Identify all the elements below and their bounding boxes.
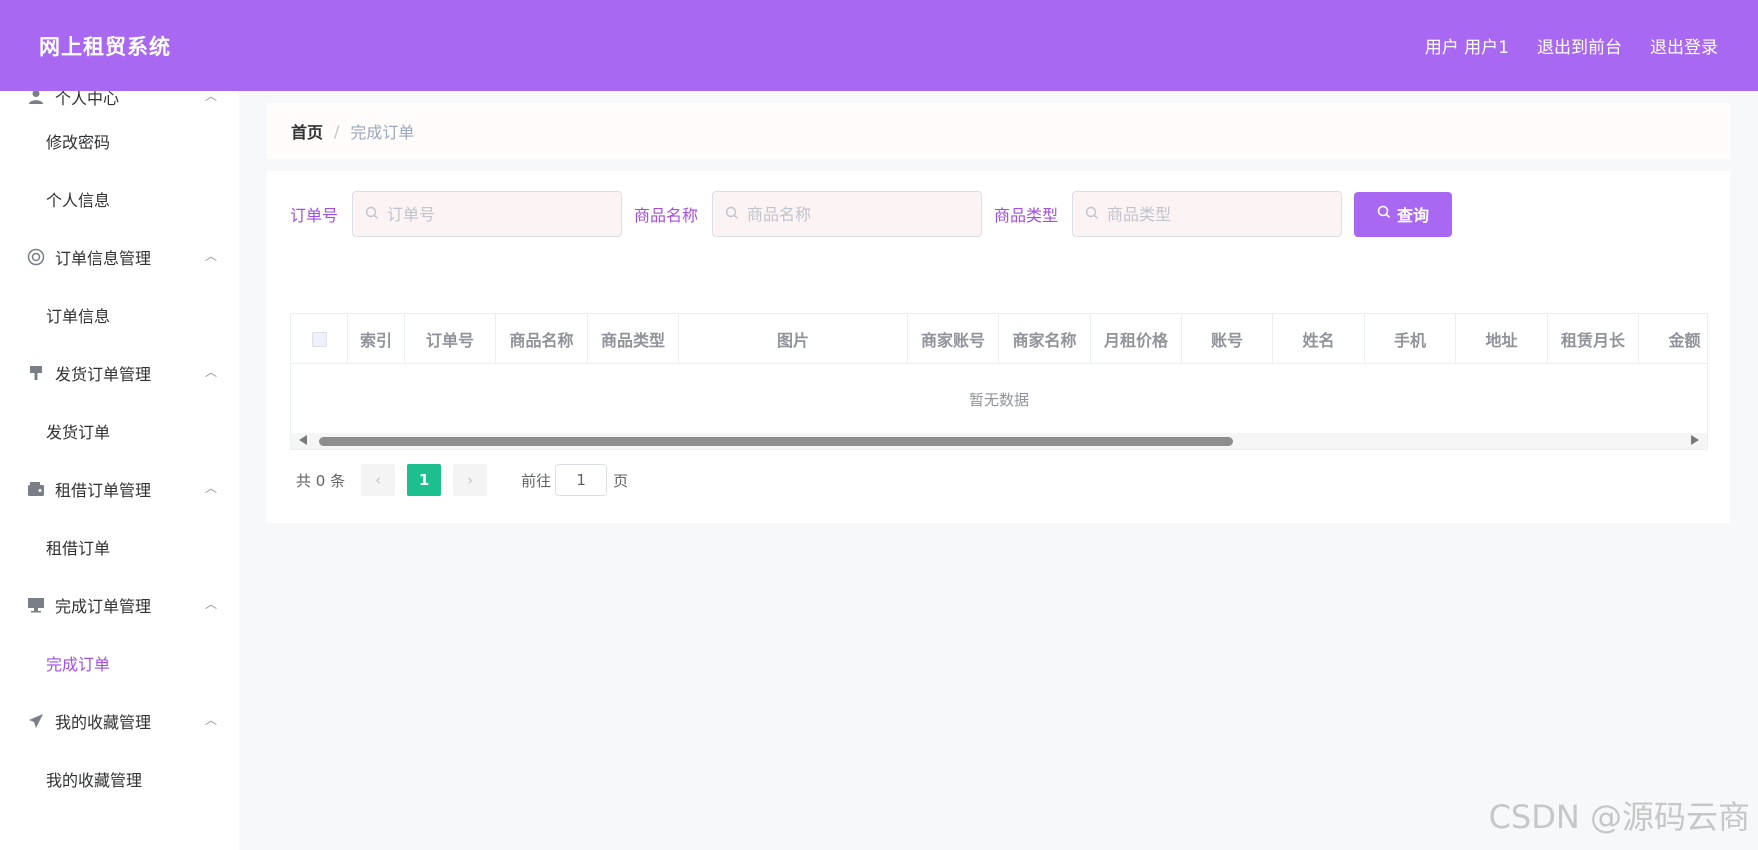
product-name-field[interactable] xyxy=(712,191,983,237)
column-header: 手机 xyxy=(1365,314,1456,364)
sidebar-item-personal-info[interactable]: 个人信息 xyxy=(0,170,239,228)
sidebar-group-shipping[interactable]: 发货订单管理 ︿ xyxy=(0,344,239,402)
sidebar-item-change-password[interactable]: 修改密码 xyxy=(0,112,239,170)
breadcrumb-separator: / xyxy=(334,121,340,141)
lifebuoy-icon xyxy=(27,248,45,266)
chevron-right-icon: › xyxy=(467,471,474,489)
column-header: 图片 xyxy=(679,314,908,364)
pagination-total: 共 0 条 xyxy=(296,471,346,490)
goto-page-input[interactable] xyxy=(555,464,608,496)
sidebar-group-title: 个人中心 xyxy=(55,91,120,108)
goto-label: 前往 xyxy=(521,471,552,490)
empty-state: 暂无数据 xyxy=(968,390,1029,409)
sidebar-group-personal[interactable]: 个人中心 ︿ xyxy=(0,91,239,108)
product-type-input[interactable] xyxy=(1107,204,1328,224)
sidebar-group-title: 完成订单管理 xyxy=(55,597,152,616)
select-all-cell xyxy=(291,314,348,364)
sidebar: 个人中心 ︿ 修改密码 个人信息 订单信息管理 ︿ 订单信息 发货订单管理 ︿ … xyxy=(0,91,239,850)
column-header: 商家名称 xyxy=(999,314,1091,364)
orders-table: 索引 订单号 商品名称 商品类型 图片 商家账号 商家名称 月租价格 账号 姓名… xyxy=(290,313,1708,450)
product-name-label: 商品名称 xyxy=(634,206,699,225)
sidebar-item-rental-orders[interactable]: 租借订单 xyxy=(0,518,239,576)
sidebar-group-favorites[interactable]: 我的收藏管理 ︿ xyxy=(0,692,239,750)
column-header: 订单号 xyxy=(405,314,496,364)
breadcrumb-current: 完成订单 xyxy=(350,123,415,142)
table-header: 索引 订单号 商品名称 商品类型 图片 商家账号 商家名称 月租价格 账号 姓名… xyxy=(291,314,1707,364)
send-icon xyxy=(27,712,45,730)
sidebar-group-rental[interactable]: 租借订单管理 ︿ xyxy=(0,460,239,518)
watermark: CSDN @源码云商 xyxy=(1488,798,1750,836)
column-header: 账号 xyxy=(1182,314,1273,364)
scroll-left-icon[interactable] xyxy=(299,435,307,445)
sidebar-item-shipping-orders[interactable]: 发货订单 xyxy=(0,402,239,460)
sidebar-item-favorites[interactable]: 我的收藏管理 xyxy=(0,750,239,808)
monitor-icon xyxy=(27,596,45,614)
column-header: 金额 xyxy=(1668,331,1701,350)
scrollbar-thumb[interactable] xyxy=(319,437,1233,446)
column-header: 商家账号 xyxy=(908,314,999,364)
sidebar-group-completed[interactable]: 完成订单管理 ︿ xyxy=(0,576,239,634)
main-content: 首页 / 完成订单 订单号 商品名称 商品类型 xyxy=(267,103,1730,523)
logout-link[interactable]: 退出登录 xyxy=(1650,33,1718,58)
breadcrumb-home[interactable]: 首页 xyxy=(291,119,323,143)
top-header: 网上租贸系统 用户 用户1 退出到前台 退出登录 xyxy=(0,0,1758,91)
product-type-field[interactable] xyxy=(1072,191,1343,237)
exit-to-front-link[interactable]: 退出到前台 xyxy=(1537,33,1622,58)
sidebar-group-title: 我的收藏管理 xyxy=(55,713,152,732)
column-header: 租赁月长 xyxy=(1548,314,1639,364)
brush-icon xyxy=(27,364,45,382)
sidebar-group-title: 租借订单管理 xyxy=(55,481,152,500)
chevron-up-icon: ︿ xyxy=(204,712,217,727)
column-header: 地址 xyxy=(1456,314,1548,364)
sidebar-item-completed-orders[interactable]: 完成订单 xyxy=(0,634,239,692)
query-button-label: 查询 xyxy=(1397,208,1430,225)
content-card: 订单号 商品名称 商品类型 xyxy=(267,171,1730,523)
wallet-icon xyxy=(27,480,45,498)
column-header: 月租价格 xyxy=(1091,314,1182,364)
header-links: 用户 用户1 退出到前台 退出登录 xyxy=(1425,33,1718,58)
sidebar-item-order-info[interactable]: 订单信息 xyxy=(0,286,239,344)
column-header: 商品名称 xyxy=(496,314,588,364)
select-all-checkbox[interactable] xyxy=(311,331,327,347)
prev-page-button[interactable]: ‹ xyxy=(361,464,396,496)
chevron-up-icon: ︿ xyxy=(204,364,217,379)
sidebar-group-order-info[interactable]: 订单信息管理 ︿ xyxy=(0,228,239,286)
sidebar-group-title: 订单信息管理 xyxy=(55,249,152,268)
chevron-up-icon: ︿ xyxy=(204,596,217,611)
chevron-up-icon: ︿ xyxy=(204,91,217,103)
scroll-right-icon[interactable] xyxy=(1691,435,1699,445)
chevron-left-icon: ‹ xyxy=(375,471,382,489)
search-form: 订单号 商品名称 商品类型 xyxy=(290,191,1707,237)
column-header: 商品类型 xyxy=(588,314,679,364)
breadcrumb: 首页 / 完成订单 xyxy=(267,103,1730,159)
app-title: 网上租贸系统 xyxy=(39,34,171,59)
horizontal-scrollbar[interactable] xyxy=(291,433,1707,449)
query-button[interactable]: 查询 xyxy=(1354,191,1453,237)
pagination: 共 0 条 ‹ 1 › 前往 页 xyxy=(290,464,1707,496)
product-type-label: 商品类型 xyxy=(994,206,1059,225)
search-icon xyxy=(725,205,739,224)
order-no-input[interactable] xyxy=(387,204,608,224)
page-suffix: 页 xyxy=(613,471,629,490)
order-no-field[interactable] xyxy=(352,191,623,237)
column-header: 姓名 xyxy=(1273,314,1365,364)
user-icon xyxy=(27,91,45,106)
search-icon xyxy=(1377,205,1391,224)
column-header: 索引 xyxy=(348,314,405,364)
user-label[interactable]: 用户 用户1 xyxy=(1425,33,1509,58)
next-page-button[interactable]: › xyxy=(453,464,488,496)
chevron-up-icon: ︿ xyxy=(204,480,217,495)
order-no-label: 订单号 xyxy=(290,206,339,225)
chevron-up-icon: ︿ xyxy=(204,248,217,263)
sidebar-group-title: 发货订单管理 xyxy=(55,365,152,384)
product-name-input[interactable] xyxy=(747,204,968,224)
search-icon xyxy=(365,205,379,224)
page-number-current[interactable]: 1 xyxy=(407,464,442,496)
search-icon xyxy=(1085,205,1099,224)
